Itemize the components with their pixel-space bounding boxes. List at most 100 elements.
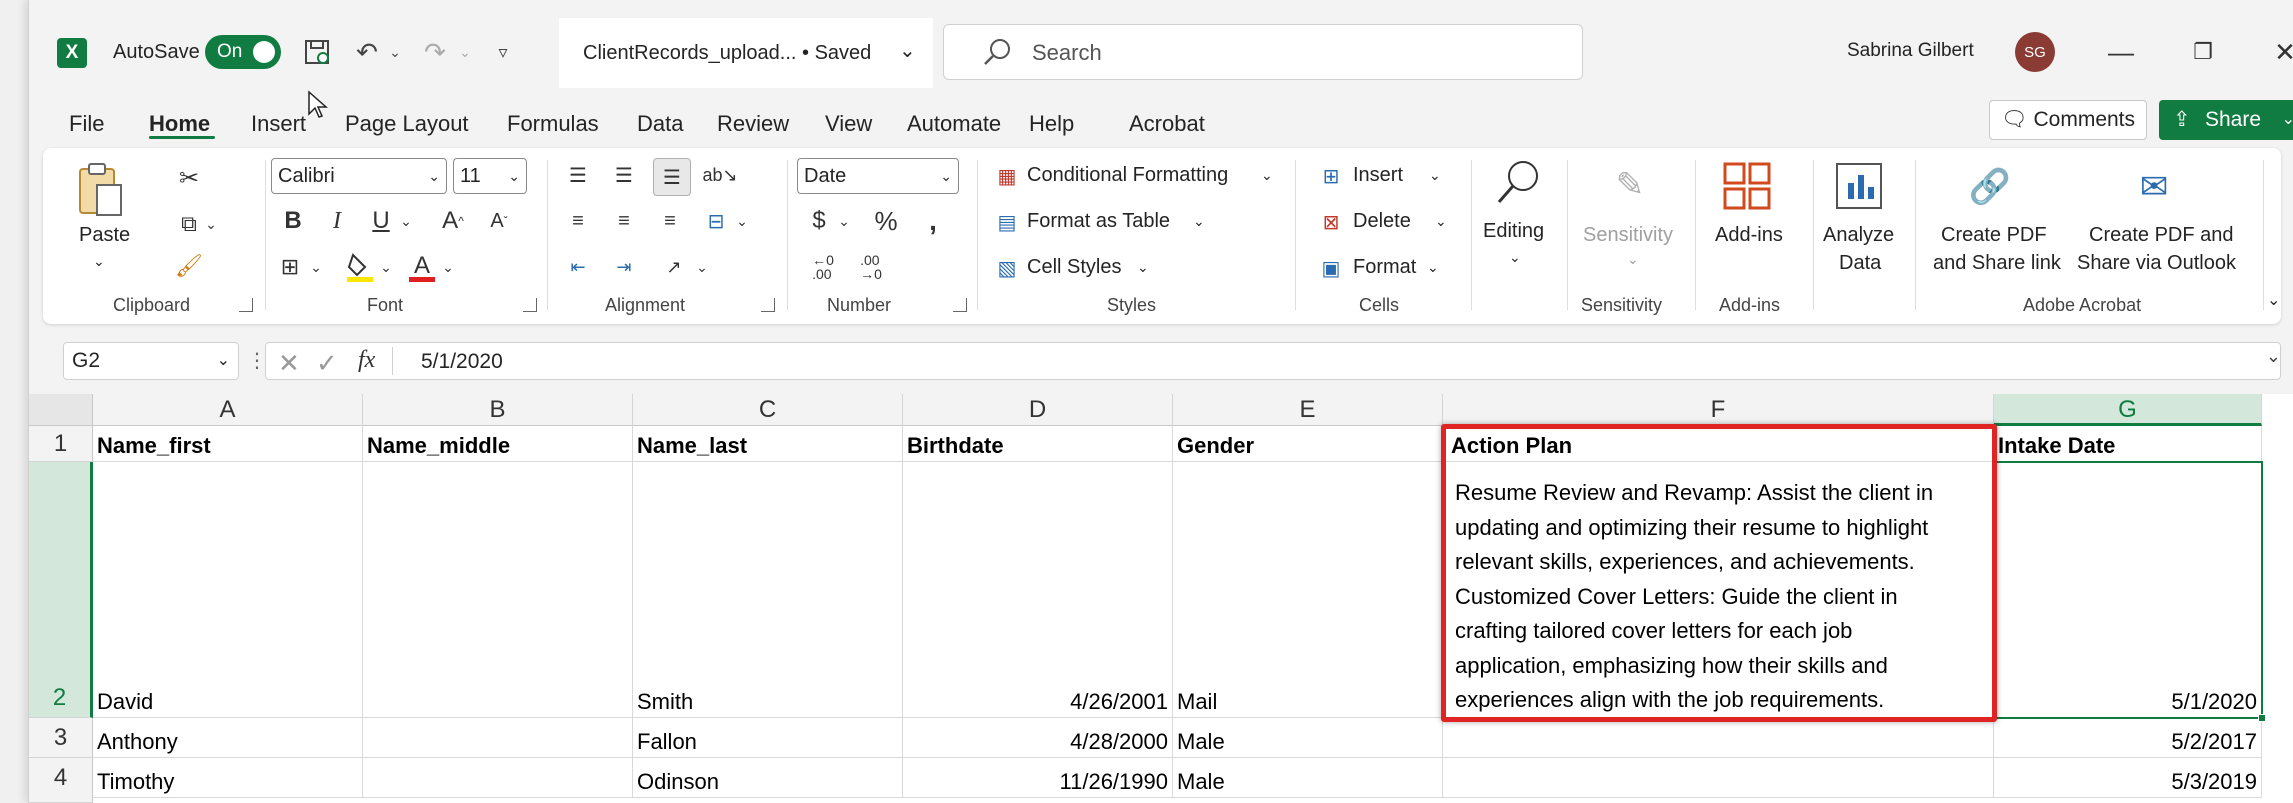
expand-formula-icon[interactable]: ⌄: [2266, 346, 2281, 367]
tab-view[interactable]: View: [825, 108, 872, 140]
chevron-down-icon[interactable]: ⌄: [1429, 162, 1441, 188]
column-header-b[interactable]: B: [363, 394, 633, 426]
create-pdf-outlook-line2[interactable]: Share via Outlook: [2077, 250, 2236, 276]
cell-e1[interactable]: Gender: [1173, 426, 1443, 462]
copy-dropdown-icon[interactable]: ⌄: [203, 210, 219, 238]
font-launcher-icon[interactable]: [523, 298, 537, 312]
chevron-down-icon[interactable]: ⌄: [1627, 246, 1639, 272]
insert-cells-icon[interactable]: ⊞: [1315, 160, 1347, 192]
format-as-table-icon[interactable]: ▤: [991, 206, 1023, 238]
row-header-3[interactable]: 3: [29, 718, 93, 758]
redo-icon[interactable]: ↷: [415, 34, 455, 70]
row-header-1[interactable]: 1: [29, 426, 93, 462]
tab-review[interactable]: Review: [717, 108, 789, 140]
enter-icon[interactable]: ✓: [316, 348, 338, 379]
conditional-formatting-icon[interactable]: ▦: [991, 160, 1023, 192]
column-header-d[interactable]: D: [903, 394, 1173, 426]
insert-cells-button[interactable]: Insert: [1353, 162, 1403, 188]
sensitivity-icon[interactable]: ✎: [1605, 158, 1655, 212]
cell-c2[interactable]: Smith: [633, 462, 903, 718]
close-icon[interactable]: ✕: [2267, 34, 2293, 70]
cell-styles-icon[interactable]: ▧: [991, 252, 1023, 284]
avatar[interactable]: SG: [2015, 32, 2055, 72]
cell-c4[interactable]: Odinson: [633, 758, 903, 798]
add-ins-icon[interactable]: [1721, 160, 1773, 212]
cell-f2[interactable]: Resume Review and Revamp: Assist the cli…: [1447, 476, 1992, 716]
cell-d1[interactable]: Birthdate: [903, 426, 1173, 462]
magnifier-icon[interactable]: [1491, 156, 1545, 210]
customize-toolbar-icon[interactable]: ▿: [485, 34, 521, 70]
more-options-icon[interactable]: ⋮: [247, 348, 267, 373]
cell-e4[interactable]: Male: [1173, 758, 1443, 798]
chevron-down-icon[interactable]: ⌄: [1193, 208, 1205, 234]
cancel-icon[interactable]: ✕: [278, 348, 300, 379]
orientation-icon[interactable]: ab↘: [702, 158, 737, 192]
tab-automate[interactable]: Automate: [907, 108, 1001, 140]
save-icon[interactable]: [299, 34, 335, 70]
decrease-indent-icon[interactable]: ⇤: [561, 250, 595, 284]
percent-icon[interactable]: %: [869, 204, 903, 238]
cell-b2[interactable]: [363, 462, 633, 718]
tab-acrobat[interactable]: Acrobat: [1129, 108, 1205, 140]
cell-c3[interactable]: Fallon: [633, 718, 903, 758]
undo-dropdown-icon[interactable]: ⌄: [385, 34, 405, 70]
cell-b4[interactable]: [363, 758, 633, 798]
redo-dropdown-icon[interactable]: ⌄: [455, 34, 475, 70]
column-header-a[interactable]: A: [93, 394, 363, 426]
clipboard-launcher-icon[interactable]: [239, 298, 253, 312]
format-cells-icon[interactable]: ▣: [1315, 252, 1347, 284]
increase-decimal-icon[interactable]: ←0.00: [803, 248, 843, 286]
restore-icon[interactable]: ❐: [2185, 34, 2221, 70]
cell-f4[interactable]: [1443, 758, 1994, 798]
analyze-data-line2[interactable]: Data: [1839, 250, 1881, 276]
column-header-f[interactable]: F: [1443, 394, 1994, 426]
formula-value[interactable]: 5/1/2020: [421, 349, 503, 375]
bold-icon[interactable]: B: [277, 204, 309, 238]
formula-input-area[interactable]: ✕ ✓ fx: [265, 342, 2281, 380]
align-center-icon[interactable]: ≡: [607, 204, 641, 238]
sensitivity-button[interactable]: Sensitivity: [1583, 222, 1673, 248]
underline-dropdown-icon[interactable]: ⌄: [397, 204, 415, 238]
row-header-2[interactable]: 2: [29, 462, 93, 718]
fx-icon[interactable]: fx: [358, 347, 375, 374]
alignment-launcher-icon[interactable]: [761, 298, 775, 312]
document-name[interactable]: ClientRecords_upload... • Saved ⌄: [559, 18, 933, 88]
cell-e3[interactable]: Male: [1173, 718, 1443, 758]
font-size-combo[interactable]: 11 ⌄: [453, 158, 527, 194]
format-as-table-button[interactable]: Format as Table: [1027, 208, 1170, 234]
paste-dropdown-icon[interactable]: ⌄: [93, 248, 105, 274]
currency-dropdown-icon[interactable]: ⌄: [835, 204, 853, 238]
create-pdf-link-icon[interactable]: 🔗: [1965, 160, 2015, 214]
conditional-formatting-button[interactable]: Conditional Formatting: [1027, 162, 1228, 188]
column-header-e[interactable]: E: [1173, 394, 1443, 426]
font-name-combo[interactable]: Calibri ⌄: [271, 158, 447, 194]
merge-center-icon[interactable]: ⊟: [699, 204, 733, 238]
merge-dropdown-icon[interactable]: ⌄: [733, 204, 751, 238]
cell-styles-button[interactable]: Cell Styles: [1027, 254, 1121, 280]
currency-icon[interactable]: $: [805, 204, 833, 238]
number-launcher-icon[interactable]: [953, 298, 967, 312]
cell-g2[interactable]: 5/1/2020: [1994, 462, 2262, 718]
align-top-icon[interactable]: ☰: [561, 158, 595, 192]
analyze-data-icon[interactable]: [1833, 160, 1885, 212]
font-color-icon[interactable]: A: [405, 248, 439, 284]
share-button[interactable]: ⇪ Share ⌄: [2159, 100, 2293, 140]
cut-icon[interactable]: ✂: [171, 160, 207, 196]
increase-indent-icon[interactable]: ⇥: [607, 250, 641, 284]
autosave-toggle[interactable]: On: [205, 35, 281, 69]
create-pdf-share-link-line1[interactable]: Create PDF: [1941, 222, 2047, 248]
select-all-corner[interactable]: [29, 394, 93, 426]
underline-icon[interactable]: U: [365, 204, 397, 238]
format-painter-icon[interactable]: 🖌: [171, 248, 207, 284]
increase-font-icon[interactable]: A ^: [433, 204, 473, 238]
analyze-data-line1[interactable]: Analyze: [1823, 222, 1894, 248]
cell-a2[interactable]: David: [93, 462, 363, 718]
number-format-combo[interactable]: Date ⌄: [797, 158, 959, 194]
copy-icon[interactable]: ⧉: [171, 206, 207, 242]
create-pdf-outlook-icon[interactable]: ✉: [2129, 160, 2179, 214]
tab-help[interactable]: Help: [1029, 108, 1074, 140]
delete-cells-icon[interactable]: ⊠: [1315, 206, 1347, 238]
cell-e2[interactable]: Mail: [1173, 462, 1443, 718]
row-header-4[interactable]: 4: [29, 758, 93, 803]
borders-dropdown-icon[interactable]: ⌄: [307, 250, 325, 284]
